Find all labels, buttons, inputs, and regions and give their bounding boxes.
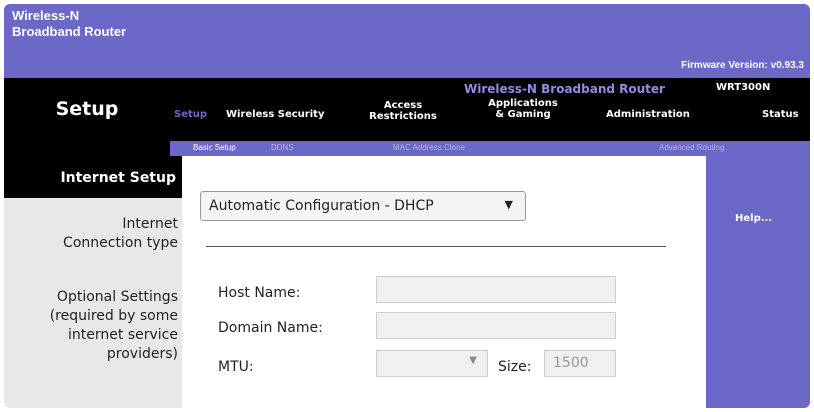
tab-access-line-1: Access — [383, 100, 423, 111]
tab-wireless-security[interactable]: Wireless Security — [226, 109, 324, 120]
connection-type-select[interactable]: Automatic Configuration - DHCP ▼ — [200, 191, 526, 221]
tab-applications-gaming[interactable]: Applications & Gaming — [481, 98, 565, 120]
subtab-ddns[interactable]: DDNS — [271, 143, 294, 152]
optional-settings-label: Optional Settings (required by some inte… — [50, 288, 178, 364]
tab-setup[interactable]: Setup — [174, 109, 207, 120]
optional-line-3: internet service — [68, 327, 178, 343]
domain-name-label: Domain Name: — [218, 320, 323, 336]
optional-line-1: Optional Settings — [56, 289, 178, 305]
mtu-size-value: 1500 — [553, 355, 589, 371]
tab-access-line-2: Restrictions — [369, 111, 437, 122]
mtu-label: MTU: — [218, 359, 254, 375]
brand-logo: Wireless-N Broadband Router — [12, 8, 126, 40]
domain-name-input[interactable] — [376, 312, 616, 339]
tab-apps-line-2: & Gaming — [495, 109, 551, 120]
chevron-down-icon: ▼ — [504, 198, 513, 211]
section-title: Setup — [55, 98, 119, 120]
top-banner: Wireless-N Broadband Router Firmware Ver… — [4, 4, 810, 78]
connection-type-line-2: Connection type — [63, 235, 178, 251]
connection-type-value: Automatic Configuration - DHCP — [209, 198, 434, 214]
optional-line-4: providers) — [106, 346, 178, 362]
model-number: WRT300N — [716, 82, 771, 93]
subtab-mac-address-clone[interactable]: MAC Address Clone — [393, 143, 465, 152]
divider — [206, 246, 666, 247]
mtu-size-input[interactable]: 1500 — [544, 350, 616, 377]
product-name: Wireless-N Broadband Router — [464, 82, 665, 96]
connection-type-line-1: Internet — [122, 216, 178, 232]
chevron-down-icon: ▼ — [469, 355, 477, 366]
brand-line-2: Broadband Router — [12, 24, 127, 39]
internet-setup-header: Internet Setup — [4, 156, 182, 198]
tab-access-restrictions[interactable]: Access Restrictions — [361, 100, 445, 122]
brand-line-1: Wireless-N — [12, 8, 80, 23]
mtu-select[interactable]: ▼ — [376, 350, 488, 377]
help-link[interactable]: Help... — [735, 213, 772, 224]
optional-line-2: (required by some — [49, 308, 178, 324]
firmware-version: Firmware Version: v0.93.3 — [681, 60, 804, 71]
connection-type-label: Internet Connection type — [63, 215, 178, 253]
tab-status[interactable]: Status — [762, 109, 799, 120]
router-admin-page: Wireless-N Broadband Router Firmware Ver… — [4, 4, 810, 408]
tab-apps-line-1: Applications — [488, 98, 558, 109]
size-label: Size: — [498, 359, 532, 375]
help-panel — [706, 156, 810, 408]
subtab-advanced-routing[interactable]: Advanced Routing — [659, 143, 724, 152]
section-title-tile: Setup — [4, 78, 170, 156]
host-name-label: Host Name: — [218, 285, 301, 301]
subtab-basic-setup[interactable]: Basic Setup — [193, 143, 236, 152]
internet-setup-title: Internet Setup — [60, 170, 176, 186]
host-name-input[interactable] — [376, 276, 616, 303]
tab-administration[interactable]: Administration — [606, 109, 690, 120]
